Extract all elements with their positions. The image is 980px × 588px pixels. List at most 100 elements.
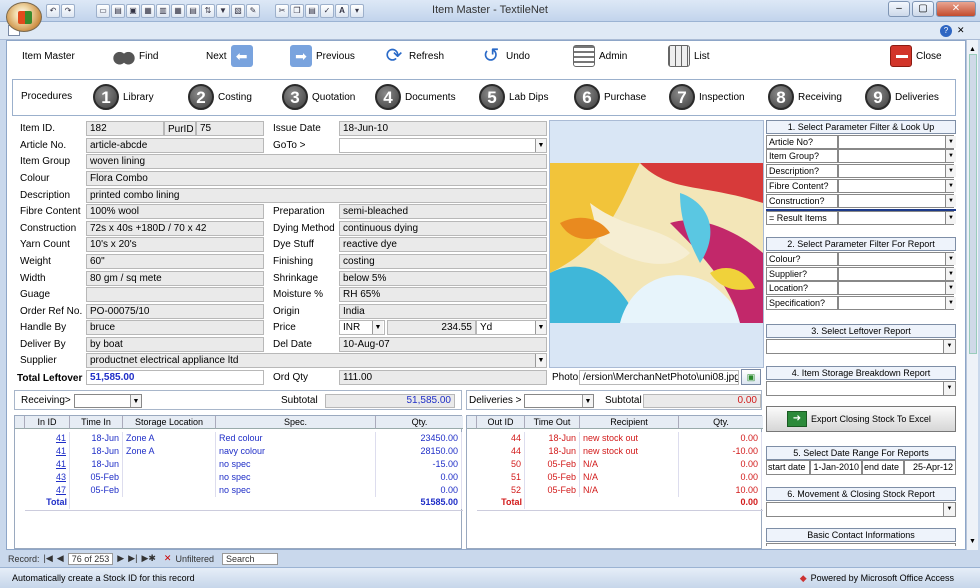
filter-location[interactable]: Location? ▼ [766, 281, 956, 295]
end-date-field[interactable]: 25-Apr-12 [904, 460, 956, 475]
col-header[interactable]: Recipient [580, 416, 679, 429]
deliveries-select[interactable]: ▼ [524, 394, 594, 408]
scroll-up-icon[interactable]: ▲ [969, 46, 976, 53]
chevron-down-icon[interactable]: ▼ [943, 340, 955, 353]
fibre-field[interactable]: 100% wool [86, 204, 264, 219]
proc-costing[interactable]: 2 Costing [188, 84, 252, 110]
preparation-field[interactable]: semi-bleached [339, 204, 547, 219]
receiving-select[interactable]: ▼ [74, 394, 142, 408]
purid-field[interactable]: 75 [196, 121, 264, 136]
chevron-down-icon[interactable]: ▼ [535, 354, 546, 367]
office-button[interactable] [6, 2, 42, 32]
dye-field[interactable]: reactive dye [339, 237, 547, 252]
chevron-down-icon[interactable]: ▼ [945, 297, 956, 309]
movement-report-select[interactable]: ▼ [766, 502, 956, 517]
shrinkage-field[interactable]: below 5% [339, 271, 547, 286]
chevron-down-icon[interactable]: ▼ [945, 268, 956, 280]
col-header[interactable]: Qty. [679, 416, 763, 429]
filter-construction[interactable]: Construction? ▼ [766, 194, 956, 208]
construction-field[interactable]: 72s x 40s +180D / 70 x 42 [86, 221, 264, 236]
proc-purchase[interactable]: 6 Purchase [574, 84, 646, 110]
scroll-thumb[interactable] [969, 54, 977, 354]
description-field[interactable]: printed combo lining [86, 188, 547, 203]
proc-quotation[interactable]: 3 Quotation [282, 84, 355, 110]
first-record-icon[interactable]: |◀ [44, 553, 53, 564]
record-position[interactable]: 76 of 253 [67, 552, 114, 565]
export-closing-stock-button[interactable]: ➜ Export Closing Stock To Excel [766, 406, 956, 432]
last-record-icon[interactable]: ▶| [128, 553, 137, 564]
vertical-scrollbar[interactable]: ▲ ▼ [966, 40, 978, 550]
goto-select[interactable]: ▼ [339, 138, 547, 153]
filter-supplier[interactable]: Supplier? ▼ [766, 267, 956, 281]
chevron-down-icon[interactable]: ▼ [372, 321, 383, 334]
colour-field[interactable]: Flora Combo [86, 171, 547, 186]
order-ref-field[interactable]: PO-00075/10 [86, 304, 264, 319]
browse-photo-icon[interactable]: ▣ [741, 369, 761, 385]
refresh-button[interactable]: ⟳ Refresh [383, 45, 444, 67]
col-header[interactable]: Time In [70, 416, 123, 429]
filter-description[interactable]: Description? ▼ [766, 164, 956, 178]
contact-info-select[interactable] [766, 543, 956, 546]
col-header[interactable]: Out ID [477, 416, 525, 429]
currency-select[interactable]: INR ▼ [339, 320, 385, 335]
proc-deliveries[interactable]: 9 Deliveries [865, 84, 939, 110]
help-icon[interactable]: ? [940, 25, 952, 37]
scroll-down-icon[interactable]: ▼ [969, 538, 976, 545]
out-id-cell[interactable]: 44 [477, 445, 525, 458]
item-group-field[interactable]: woven lining [86, 154, 547, 169]
chevron-down-icon[interactable]: ▼ [945, 165, 956, 177]
filter-colour[interactable]: Colour? ▼ [766, 252, 956, 266]
del-date-field[interactable]: 10-Aug-07 [339, 337, 547, 352]
chevron-down-icon[interactable]: ▼ [945, 212, 956, 224]
filter-fibre[interactable]: Fibre Content? ▼ [766, 179, 956, 193]
undo-button[interactable]: ↺ Undo [480, 45, 530, 67]
chevron-down-icon[interactable]: ▼ [945, 180, 956, 192]
finishing-field[interactable]: costing [339, 254, 547, 269]
out-id-cell[interactable]: 50 [477, 458, 525, 471]
maximize-icon[interactable]: ▢ [912, 1, 934, 17]
proc-library[interactable]: 1 Library [93, 84, 154, 110]
col-header[interactable]: Spec. [216, 416, 376, 429]
close-form-icon[interactable]: ✕ [957, 25, 965, 36]
chevron-down-icon[interactable]: ▼ [945, 150, 956, 162]
start-date-field[interactable]: 1-Jan-2010 [810, 460, 862, 475]
dying-field[interactable]: continuous dying [339, 221, 547, 236]
chevron-down-icon[interactable]: ▼ [130, 395, 141, 407]
next-button[interactable]: Next ⬅ [206, 45, 253, 67]
item-id-field[interactable]: 182 [86, 121, 164, 136]
guage-field[interactable] [86, 287, 264, 302]
photo-path-field[interactable]: /ersion\MerchanNetPhoto\uni08.jpg [579, 370, 739, 385]
new-record-icon[interactable]: ▶✱ [141, 553, 155, 564]
next-record-icon[interactable]: ▶ [117, 553, 124, 564]
filter-item-group[interactable]: Item Group? ▼ [766, 149, 956, 163]
col-header[interactable]: Time Out [525, 416, 580, 429]
chevron-down-icon[interactable]: ▼ [582, 395, 593, 407]
minimize-icon[interactable]: – [888, 1, 910, 17]
in-id-link[interactable]: 43 [25, 471, 70, 484]
article-field[interactable]: article-abcde [86, 138, 264, 153]
deliver-field[interactable]: by boat [86, 337, 264, 352]
close-window-icon[interactable]: ✕ [936, 1, 976, 17]
storage-breakdown-select[interactable]: ▼ [766, 381, 956, 396]
proc-lab-dips[interactable]: 5 Lab Dips [479, 84, 548, 110]
col-header[interactable]: Qty. [376, 416, 463, 429]
col-header[interactable]: In ID [25, 416, 70, 429]
search-box[interactable]: Search [221, 552, 278, 565]
chevron-down-icon[interactable]: ▼ [943, 382, 955, 395]
proc-documents[interactable]: 4 Documents [375, 84, 456, 110]
chevron-down-icon[interactable]: ▼ [535, 321, 546, 334]
unit-select[interactable]: Yd ▼ [476, 320, 547, 335]
filter-specification[interactable]: Specification? ▼ [766, 296, 956, 310]
in-id-link[interactable]: 41 [25, 432, 70, 445]
weight-field[interactable]: 60" [86, 254, 264, 269]
leftover-report-select[interactable]: ▼ [766, 339, 956, 354]
yarn-field[interactable]: 10's x 20's [86, 237, 264, 252]
filter-status[interactable]: Unfiltered [175, 554, 214, 564]
chevron-down-icon[interactable]: ▼ [943, 503, 955, 516]
moisture-field[interactable]: RH 65% [339, 287, 547, 302]
prev-record-icon[interactable]: ◀ [57, 553, 64, 564]
filter-article[interactable]: Article No? ▼ [766, 135, 956, 149]
in-id-link[interactable]: 41 [25, 458, 70, 471]
handle-field[interactable]: bruce [86, 320, 264, 335]
price-field[interactable]: 234.55 [387, 320, 476, 335]
